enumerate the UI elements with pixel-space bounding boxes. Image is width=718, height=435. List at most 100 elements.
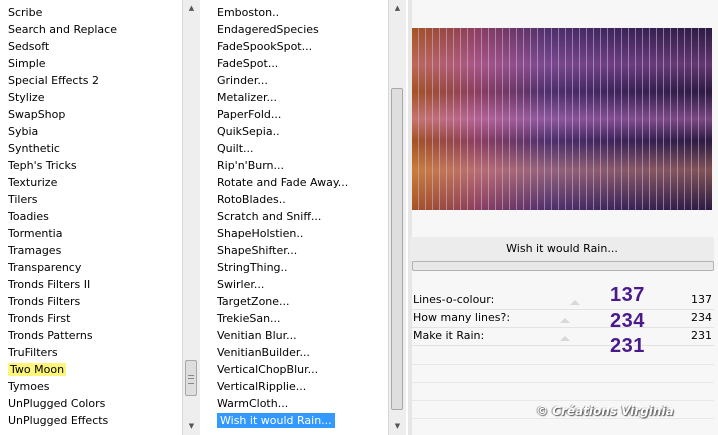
- category-item[interactable]: Transparency: [0, 259, 182, 276]
- slider-tick-icon: [570, 300, 580, 305]
- param-value[interactable]: 234: [691, 309, 712, 327]
- category-list-scroll-thumb[interactable]: [185, 360, 197, 396]
- progress-bar: [412, 261, 714, 271]
- category-item-label: Synthetic: [8, 142, 60, 155]
- category-item[interactable]: SwapShop: [0, 106, 182, 123]
- filter-item-label: PaperFold...: [217, 108, 282, 121]
- scroll-up-icon[interactable]: ▲: [183, 0, 200, 17]
- filter-list: Emboston.. EndageredSpecies FadeSpookSpot.…: [212, 4, 394, 429]
- filter-list-scrollbar[interactable]: ▲ ▼: [388, 0, 406, 435]
- param-row-how-many-lines[interactable]: How many lines?: 234 234: [410, 309, 714, 331]
- filter-item[interactable]: StringThing..: [212, 259, 394, 276]
- category-item[interactable]: Tronds Filters II: [0, 276, 182, 293]
- category-item-label: Tramages: [8, 244, 62, 257]
- category-item[interactable]: Simple: [0, 55, 182, 72]
- scroll-down-icon[interactable]: ▼: [183, 418, 200, 435]
- param-row-make-it-rain[interactable]: Make it Rain: 231 231: [410, 327, 714, 356]
- filter-item[interactable]: Scratch and Sniff...: [212, 208, 394, 225]
- category-item-label: Teph's Tricks: [8, 159, 77, 172]
- category-item[interactable]: Tronds First: [0, 310, 182, 327]
- filter-item[interactable]: VerticalRipplie...: [212, 378, 394, 395]
- category-item[interactable]: Synthetic: [0, 140, 182, 157]
- slider-tick-icon: [560, 336, 570, 341]
- category-item[interactable]: Tronds Filters: [0, 293, 182, 310]
- filter-item-label: TrekieSan...: [217, 312, 281, 325]
- filter-item[interactable]: TrekieSan...: [212, 310, 394, 327]
- category-item-label: Tronds Filters: [8, 295, 81, 308]
- category-item-label: Tormentia: [8, 227, 63, 240]
- filter-item[interactable]: FadeSpot...: [212, 55, 394, 72]
- category-item-label: Search and Replace: [8, 23, 117, 36]
- filter-item[interactable]: VerticalChopBlur...: [212, 361, 394, 378]
- filter-item[interactable]: PaperFold...: [212, 106, 394, 123]
- filter-item-label: Wish it would Rain...: [217, 413, 335, 428]
- filter-item-label: Swirler...: [217, 278, 265, 291]
- filter-item[interactable]: Emboston..: [212, 4, 394, 21]
- filter-item-label: FadeSpot...: [217, 57, 279, 70]
- category-item-label: UnPlugged Colors: [8, 397, 106, 410]
- filter-item[interactable]: Quilt...: [212, 140, 394, 157]
- category-item-label: SwapShop: [8, 108, 66, 121]
- category-item-label: Tymoes: [8, 380, 50, 393]
- scroll-up-icon[interactable]: ▲: [389, 0, 406, 17]
- category-item-label: Special Effects 2: [8, 74, 100, 87]
- filter-item[interactable]: ShapeShifter...: [212, 242, 394, 259]
- filter-item[interactable]: EndageredSpecies: [212, 21, 394, 38]
- category-item[interactable]: Teph's Tricks: [0, 157, 182, 174]
- param-value[interactable]: 231: [691, 327, 712, 345]
- category-item-label: Tronds Filters II: [8, 278, 91, 291]
- filter-item[interactable]: Swirler...: [212, 276, 394, 293]
- param-row-lines-o-colour[interactable]: Lines-o-colour: 137 137: [410, 285, 714, 310]
- category-item[interactable]: Scribe: [0, 4, 182, 21]
- filter-item[interactable]: ShapeHolstien..: [212, 225, 394, 242]
- filter-item-label: VerticalChopBlur...: [217, 363, 319, 376]
- category-list: Scribe Search and Replace Sedsoft Simple Spe…: [0, 4, 182, 429]
- scroll-down-icon[interactable]: ▼: [389, 418, 406, 435]
- filter-item[interactable]: FadeSpookSpot...: [212, 38, 394, 55]
- param-value[interactable]: 137: [691, 291, 712, 309]
- watermark: © Créations Virginia: [536, 404, 674, 418]
- category-item[interactable]: Stylize: [0, 89, 182, 106]
- category-item[interactable]: Toadies: [0, 208, 182, 225]
- category-item[interactable]: Search and Replace: [0, 21, 182, 38]
- category-item[interactable]: Special Effects 2: [0, 72, 182, 89]
- category-item-label: TruFilters: [8, 346, 58, 359]
- filter-item[interactable]: Rip'n'Burn...: [212, 157, 394, 174]
- filter-item[interactable]: RotoBlades..: [212, 191, 394, 208]
- filter-item-label: VerticalRipplie...: [217, 380, 307, 393]
- filter-item[interactable]: Venitian Blur...: [212, 327, 394, 344]
- category-item[interactable]: Tormentia: [0, 225, 182, 242]
- category-item[interactable]: Tronds Patterns: [0, 327, 182, 344]
- category-item[interactable]: Tymoes: [0, 378, 182, 395]
- filter-item[interactable]: Wish it would Rain...: [212, 412, 394, 429]
- category-item[interactable]: Two Moon: [0, 361, 182, 378]
- category-item[interactable]: Sybia: [0, 123, 182, 140]
- category-item[interactable]: TruFilters: [0, 344, 182, 361]
- category-item[interactable]: UnPlugged Effects: [0, 412, 182, 429]
- filter-list-scroll-thumb[interactable]: [391, 88, 403, 410]
- grip-icon: [188, 375, 194, 384]
- filter-item[interactable]: Grinder...: [212, 72, 394, 89]
- filter-item[interactable]: VenitianBuilder...: [212, 344, 394, 361]
- category-item-label: Tronds Patterns: [8, 329, 93, 342]
- filter-item-label: RotoBlades..: [217, 193, 286, 206]
- category-item[interactable]: UnPlugged Colors: [0, 395, 182, 412]
- filter-item-label: ShapeShifter...: [217, 244, 298, 257]
- category-list-panel: Scribe Search and Replace Sedsoft Simple Spe…: [0, 0, 200, 435]
- filter-item[interactable]: Metalizer...: [212, 89, 394, 106]
- preview-image: [412, 28, 712, 210]
- category-item-label: Sybia: [8, 125, 39, 138]
- filter-item[interactable]: WarmCloth...: [212, 395, 394, 412]
- filter-title: Wish it would Rain...: [410, 237, 714, 262]
- filter-item[interactable]: Rotate and Fade Away...: [212, 174, 394, 191]
- category-item[interactable]: Sedsoft: [0, 38, 182, 55]
- category-item[interactable]: Texturize: [0, 174, 182, 191]
- filter-item[interactable]: QuikSepia..: [212, 123, 394, 140]
- divider: [410, 400, 714, 401]
- filter-item-label: TargetZone...: [217, 295, 290, 308]
- category-item[interactable]: Tilers: [0, 191, 182, 208]
- category-list-scrollbar[interactable]: ▲ ▼: [182, 0, 200, 435]
- filter-item-label: FadeSpookSpot...: [217, 40, 313, 53]
- category-item[interactable]: Tramages: [0, 242, 182, 259]
- filter-item[interactable]: TargetZone...: [212, 293, 394, 310]
